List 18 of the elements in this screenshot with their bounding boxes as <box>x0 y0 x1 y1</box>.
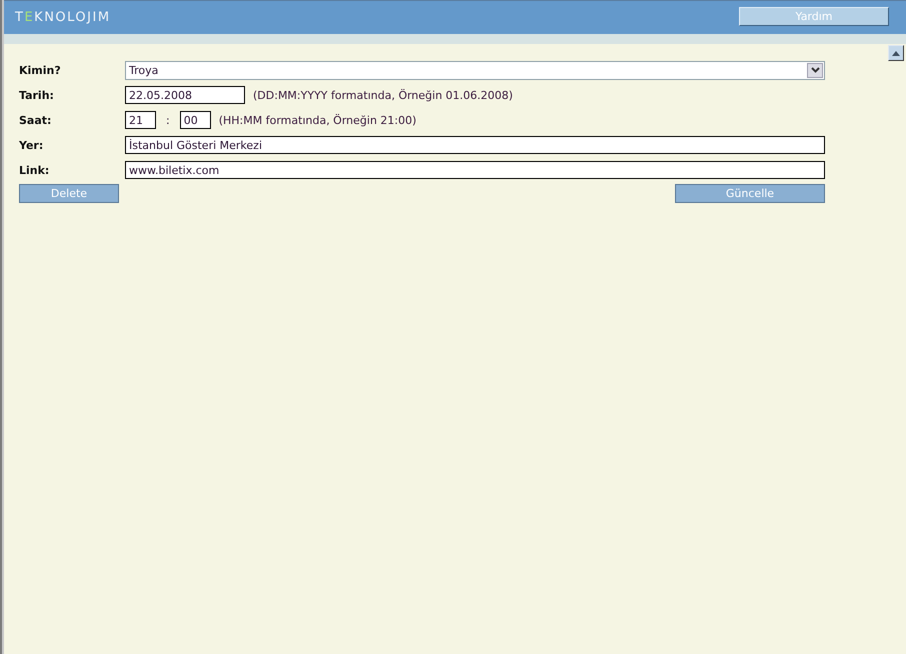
text-field[interactable]: www.biletix.com <box>125 161 825 179</box>
triangle-up-icon <box>892 50 900 56</box>
field-label: Saat: <box>19 114 52 126</box>
field-label: Yer: <box>19 138 44 152</box>
format-hint: (DD:MM:YYYY formatında, Örneğin 01.06.2008) <box>253 88 513 102</box>
text-field[interactable]: İstanbul Gösteri Merkezi <box>125 136 825 154</box>
date-field[interactable]: 22.05.2008 <box>125 86 245 104</box>
dropdown[interactable]: Troya <box>125 60 825 80</box>
caret-icon <box>807 62 823 78</box>
format-hint: (HH:MM formatında, Örneğin 21:00) <box>218 114 416 126</box>
field-label: Kimin? <box>19 64 62 76</box>
field-label: Link: <box>19 164 50 176</box>
scroll-up-button[interactable] <box>888 45 904 61</box>
field-label: Tarih: <box>19 88 55 102</box>
logo-text: TE KNOLOJIM <box>15 10 111 25</box>
minute-field[interactable]: 00 <box>180 111 211 129</box>
hour-field[interactable]: 21 <box>125 111 156 129</box>
time-separator: : <box>166 114 170 126</box>
